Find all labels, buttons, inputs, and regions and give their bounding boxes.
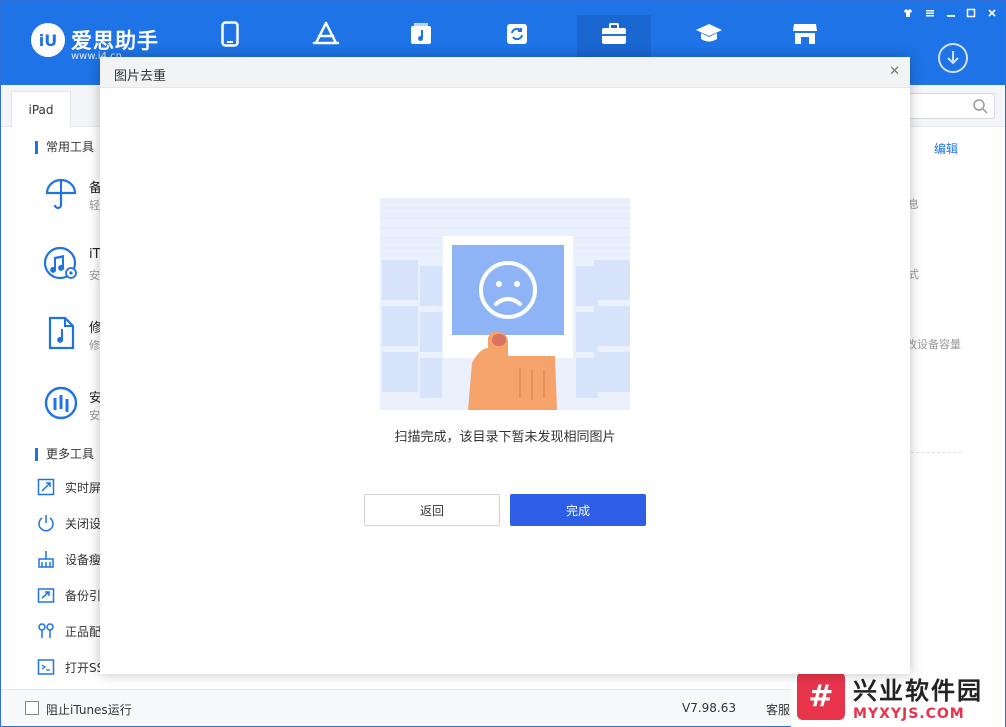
- search-icon[interactable]: [972, 98, 988, 117]
- more-tool-label: 备份引: [65, 588, 102, 603]
- maximize-icon[interactable]: [963, 6, 979, 20]
- right-hint: 改设备容量: [906, 338, 961, 351]
- more-tool-accessory[interactable]: 正品配: [37, 621, 101, 641]
- power-icon: [38, 515, 54, 532]
- more-tools-title: 更多工具: [35, 448, 94, 461]
- result-message: 扫描完成，该目录下暂未发现相同图片: [394, 430, 616, 445]
- more-tool-power[interactable]: 关闭设: [37, 513, 101, 533]
- toolbox-icon[interactable]: [596, 19, 632, 49]
- phone-icon[interactable]: [212, 19, 248, 49]
- service-link[interactable]: 客服: [766, 701, 790, 718]
- close-icon[interactable]: [984, 6, 1000, 20]
- download-icon[interactable]: [938, 43, 968, 73]
- logo-badge: iU: [31, 23, 65, 57]
- tool-music-file[interactable]: 修 修: [43, 315, 103, 355]
- tool-backup[interactable]: 备 轻: [43, 175, 103, 215]
- block-itunes-checkbox[interactable]: [25, 701, 39, 715]
- more-tool-backup[interactable]: 备份引: [37, 585, 101, 605]
- version-label: V7.98.63: [682, 701, 737, 715]
- terminal-icon: [37, 659, 55, 675]
- more-tool-clean[interactable]: 设备瘦: [37, 549, 101, 569]
- tool-itunes[interactable]: iT 安: [43, 245, 103, 285]
- tool-desc: 轻: [89, 199, 100, 212]
- common-tools-title: 常用工具: [35, 141, 94, 154]
- block-itunes-label[interactable]: 阻止iTunes运行: [46, 701, 132, 718]
- app-logo: iU 爱思助手 www.i4.cn: [31, 23, 159, 62]
- more-tool-label: 正品配: [65, 624, 102, 639]
- divider: [911, 452, 961, 453]
- search-input[interactable]: [901, 93, 995, 119]
- watermark-cn: 兴业软件园: [853, 676, 983, 705]
- backup-icon: [37, 588, 55, 603]
- app-store-icon[interactable]: [308, 19, 344, 49]
- more-tool-ssh[interactable]: 打开SS: [37, 657, 104, 677]
- app-window: iU 爱思助手 www.i4.cn iPad 常用工具 备 轻 iT 安 修 修…: [0, 0, 1006, 727]
- menu-icon[interactable]: [922, 6, 938, 20]
- shirt-icon[interactable]: [900, 6, 916, 20]
- dedup-dialog: 图片去重 ✕ 扫描完成，该目录下暂未发现相同图片 返回 完成: [100, 57, 910, 674]
- back-button[interactable]: 返回: [364, 494, 500, 526]
- done-button[interactable]: 完成: [510, 494, 646, 526]
- broom-icon: [38, 551, 54, 568]
- more-tool-label: 设备瘦: [65, 552, 102, 567]
- dialog-close-icon[interactable]: ✕: [889, 64, 900, 79]
- earphone-icon: [38, 623, 54, 638]
- sad-photo-illustration: [380, 198, 630, 410]
- store-icon[interactable]: [787, 19, 823, 49]
- more-tool-label: 实时屏: [65, 480, 102, 495]
- minimize-icon[interactable]: [943, 6, 959, 20]
- dialog-title: 图片去重: [114, 69, 167, 84]
- umbrella-icon: [43, 175, 79, 211]
- sync-icon[interactable]: [499, 19, 535, 49]
- dialog-header: 图片去重 ✕: [100, 57, 910, 88]
- watermark: # 兴业软件园 MYXYJS.COM: [791, 665, 1005, 727]
- tab-ipad[interactable]: iPad: [11, 91, 71, 127]
- tool-desc: 安: [89, 269, 100, 282]
- more-tool-label: 打开SS: [65, 660, 105, 675]
- edit-link[interactable]: 编辑: [934, 140, 958, 157]
- i4-shield-icon: [43, 385, 79, 421]
- more-tool-label: 关闭设: [65, 516, 102, 531]
- watermark-logo: #: [797, 672, 845, 720]
- tool-desc: 修: [89, 339, 100, 352]
- screen-icon: [37, 478, 55, 496]
- itunes-icon: [43, 245, 79, 281]
- music-icon[interactable]: [403, 19, 439, 49]
- music-file-icon: [43, 315, 79, 351]
- more-tool-screen[interactable]: 实时屏: [37, 477, 101, 497]
- watermark-en: MYXYJS.COM: [853, 705, 965, 722]
- tool-i4-install[interactable]: 安 安: [43, 385, 103, 425]
- tool-title: iT: [89, 247, 101, 262]
- graduation-cap-icon[interactable]: [691, 19, 727, 49]
- tool-desc: 安: [89, 409, 100, 422]
